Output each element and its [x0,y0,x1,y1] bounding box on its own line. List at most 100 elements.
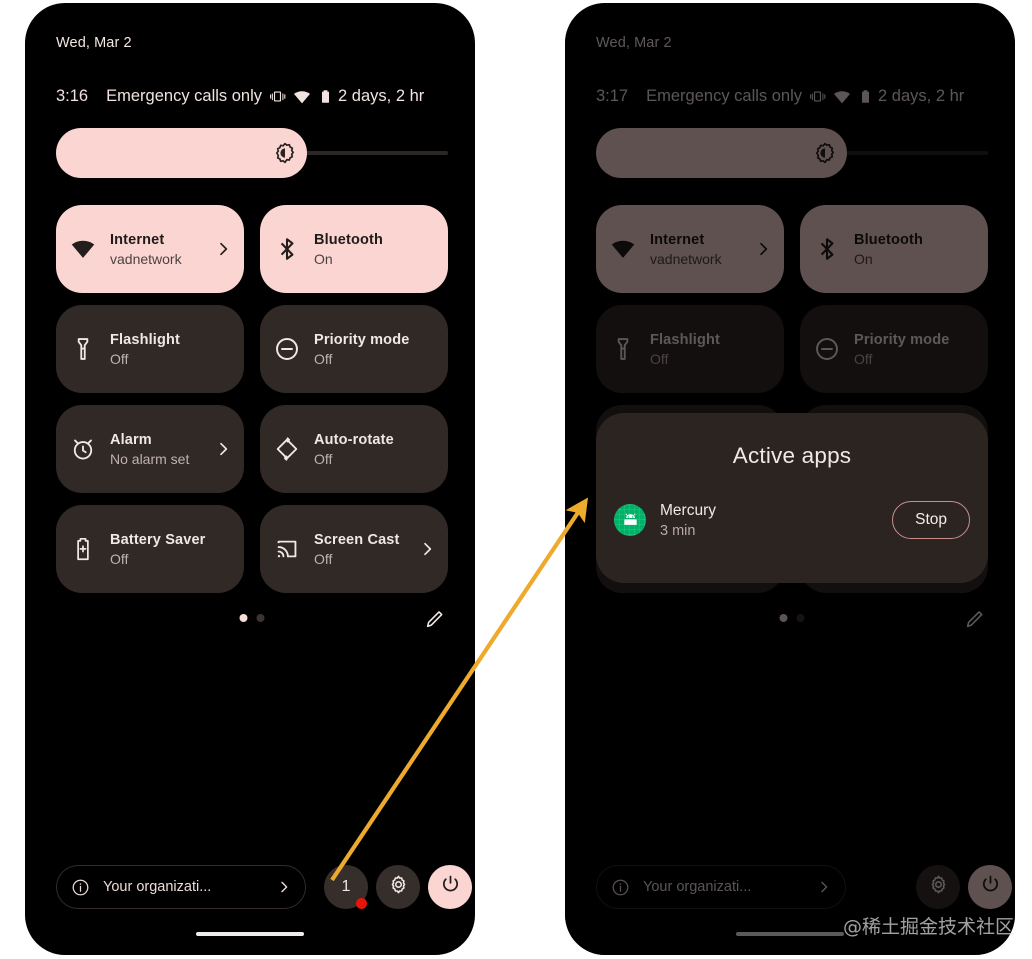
active-app-duration: 3 min [660,522,696,539]
qs-tile-title: Internet [110,231,165,248]
qs-tile-internet[interactable]: Internet vadnetwork [56,205,244,293]
qs-tile-title: Priority mode [314,331,410,348]
qs-tile-bluetooth[interactable]: Bluetooth On [800,205,988,293]
qs-tile-subtitle: Off [854,350,873,367]
battery-estimate-label: 2 days, 2 hr [878,87,965,105]
brightness-slider-track [304,151,448,155]
qs-tile-title: Auto-rotate [314,431,394,448]
power-icon [440,874,461,900]
quick-settings-tile-grid: Internet vadnetwork Bluetooth On Flashlight O… [56,205,448,593]
stop-app-button[interactable]: Stop [892,501,970,539]
power-button[interactable] [428,865,472,909]
qs-tile-title: Internet [650,231,705,248]
qs-tile-internet[interactable]: Internet vadnetwork [596,205,784,293]
settings-button[interactable] [376,865,420,909]
qs-tile-flashlight[interactable]: Flashlight Off [596,305,784,393]
qs-tile-priority-mode[interactable]: Priority mode Off [260,305,448,393]
qs-tile-subtitle: On [854,250,873,267]
brightness-icon [273,141,297,165]
brightness-icon [813,141,837,165]
navigation-pill [736,932,844,936]
android-app-icon [614,504,646,536]
chevron-right-icon[interactable] [215,441,231,457]
power-button[interactable] [968,865,1012,909]
page-dot[interactable] [796,614,805,622]
info-icon [71,878,90,897]
watermark-label: @稀土掘金技术社区 [842,916,1014,938]
gear-icon [928,874,949,900]
chevron-right-icon[interactable] [215,241,231,257]
bluetooth-icon [814,236,840,262]
qs-tile-subtitle: No alarm set [110,450,190,467]
vibrate-icon [269,88,286,105]
qs-tile-battery-saver[interactable]: Battery Saver Off [56,505,244,593]
qs-tile-title: Flashlight [650,331,720,348]
footer-bar: Your organizati... [596,865,1012,909]
qs-tile-title: Battery Saver [110,531,206,548]
qs-tile-title: Flashlight [110,331,180,348]
chevron-right-icon[interactable] [755,241,771,257]
qs-tile-subtitle: vadnetwork [110,250,182,267]
info-icon [611,878,630,897]
battery-icon [858,89,873,104]
qs-tile-subtitle: vadnetwork [650,250,722,267]
qs-tile-title: Bluetooth [314,231,384,248]
navigation-pill [196,932,304,936]
organization-info-chip[interactable]: Your organizati... [596,865,846,909]
page-indicator-dots[interactable] [239,614,265,622]
status-carrier-label: Emergency calls only [106,87,263,105]
wifi-icon [610,236,636,262]
power-icon [980,874,1001,900]
qs-tile-title: Priority mode [854,331,950,348]
bluetooth-icon [274,236,300,262]
quick-settings-panel: Wed, Mar 2 3:16 Emergency calls only 2 d… [25,3,475,955]
phone-screenshot-after: Wed, Mar 2 3:17 Emergency calls only 2 d… [565,3,1015,955]
active-app-row: Mercury 3 min Stop [614,501,970,539]
qs-tile-subtitle: Off [110,550,129,567]
status-carrier-label: Emergency calls only [646,87,803,105]
gear-icon [388,874,409,900]
notification-badge-dot [356,898,367,909]
pencil-icon[interactable] [964,608,986,630]
auto-rotate-icon [274,436,300,462]
page-dot[interactable] [256,614,265,622]
qs-tile-priority-mode[interactable]: Priority mode Off [800,305,988,393]
pager-row [56,601,448,641]
qs-tile-screen-cast[interactable]: Screen Cast Off [260,505,448,593]
brightness-slider-track [844,151,988,155]
active-apps-count-button[interactable]: 1 [324,865,368,909]
chevron-right-icon[interactable] [419,541,435,557]
date-label: Wed, Mar 2 [596,35,672,51]
flashlight-icon [610,336,636,362]
qs-tile-subtitle: Off [650,350,669,367]
wifi-icon [833,88,851,106]
brightness-slider[interactable] [56,128,448,178]
qs-tile-subtitle: Off [314,550,333,567]
date-label: Wed, Mar 2 [56,35,132,51]
brightness-slider-fill [56,128,307,178]
page-indicator-dots[interactable] [779,614,805,622]
status-bar: 3:16 Emergency calls only 2 days, 2 hr [56,87,424,106]
pager-row [596,601,988,641]
active-app-name: Mercury [660,501,716,519]
qs-tile-alarm[interactable]: Alarm No alarm set [56,405,244,493]
qs-tile-title: Bluetooth [854,231,924,248]
qs-tile-auto-rotate[interactable]: Auto-rotate Off [260,405,448,493]
active-app-meta: Mercury 3 min [660,502,878,539]
active-apps-count-label: 1 [341,878,351,895]
page-dot[interactable] [239,614,248,622]
footer-bar: Your organizati... 1 [56,865,472,909]
battery-saver-icon [70,536,96,562]
qs-tile-flashlight[interactable]: Flashlight Off [56,305,244,393]
pencil-icon[interactable] [424,608,446,630]
settings-button[interactable] [916,865,960,909]
brightness-slider[interactable] [596,128,988,178]
organization-info-chip[interactable]: Your organizati... [56,865,306,909]
qs-tile-bluetooth[interactable]: Bluetooth On [260,205,448,293]
qs-tile-title: Alarm [110,431,152,448]
page-dot[interactable] [779,614,788,622]
battery-estimate-label: 2 days, 2 hr [338,87,425,105]
alarm-icon [70,436,96,462]
do-not-disturb-icon [274,336,300,362]
dialog-title: Active apps [732,443,852,468]
